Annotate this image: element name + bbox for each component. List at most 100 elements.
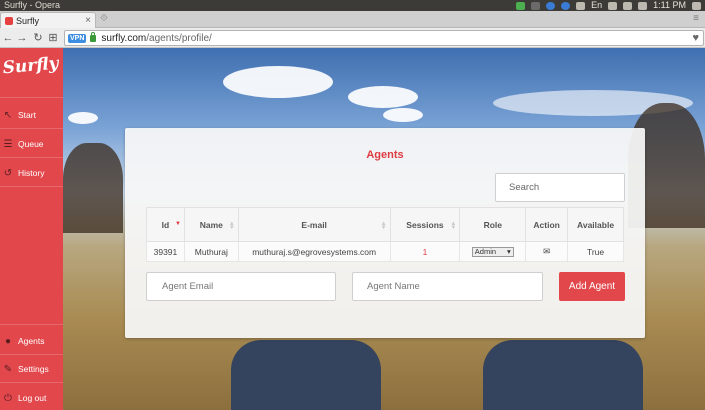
column-label: Name bbox=[199, 219, 223, 230]
column-header-email[interactable]: E-mail ▲ ▼ bbox=[237, 207, 391, 242]
sidebar-item-settings[interactable]: ✎ Settings bbox=[0, 360, 63, 378]
sidebar-item-label: Start bbox=[18, 110, 36, 120]
sidebar: Surfly ↖ Start ☰ Queue ↺ History ● Agent… bbox=[0, 48, 63, 410]
url-path: /agents/profile/ bbox=[146, 32, 212, 44]
address-bar[interactable]: VPN surfly.com/agents/profile/ ♥ bbox=[64, 30, 704, 46]
url-host: surfly.com bbox=[101, 32, 147, 44]
sidebar-item-history[interactable]: ↺ History bbox=[0, 164, 63, 182]
sidebar-divider bbox=[0, 157, 63, 158]
favicon-icon bbox=[5, 16, 13, 25]
search-input[interactable]: Search bbox=[495, 173, 625, 202]
vpn-badge[interactable]: VPN bbox=[68, 33, 87, 43]
agents-icon: ● bbox=[4, 335, 12, 347]
bluetooth-icon[interactable] bbox=[576, 1, 586, 10]
column-header-id[interactable]: Id ▼ bbox=[146, 207, 185, 242]
cloud-shape bbox=[348, 86, 418, 108]
sidebar-item-label: Queue bbox=[18, 139, 44, 149]
agents-table: Id ▼ Name ▲ ▼ E-mail ▲ ▼ Sessions ▲ ▼ Role Acti… bbox=[146, 207, 624, 262]
cloud-shape bbox=[223, 66, 333, 98]
column-label: Role bbox=[483, 219, 502, 230]
lock-icon[interactable] bbox=[90, 31, 97, 42]
sidebar-item-label: History bbox=[18, 168, 45, 178]
cursor-icon: ↖ bbox=[3, 109, 13, 121]
reload-icon[interactable]: ↻ bbox=[32, 31, 44, 45]
sidebar-item-label: Settings bbox=[18, 364, 49, 374]
column-label: Action bbox=[533, 219, 560, 230]
speed-dial-icon[interactable]: ⊞ bbox=[47, 31, 59, 45]
agent-name-input[interactable]: Agent Name bbox=[352, 272, 543, 301]
sidebar-item-label: Log out bbox=[18, 393, 47, 403]
cloud-shape bbox=[68, 112, 98, 124]
clock[interactable]: 1:11 PM bbox=[653, 0, 686, 11]
sessions-link[interactable]: 1 bbox=[423, 247, 428, 257]
volume-icon[interactable] bbox=[638, 1, 648, 10]
column-label: Id bbox=[161, 219, 170, 230]
column-label: Sessions bbox=[406, 219, 444, 230]
url-text[interactable]: surfly.com/agents/profile/ bbox=[101, 33, 211, 44]
role-select[interactable]: Admin ▾ bbox=[471, 246, 514, 257]
cell-id: 39391 bbox=[146, 241, 185, 262]
envelope-icon[interactable]: ✉ bbox=[543, 246, 550, 256]
cell-email: muthuraj.s@egrovesystems.com bbox=[237, 241, 391, 262]
column-label: Available bbox=[577, 219, 615, 230]
system-tray: En 1:11 PM bbox=[516, 0, 705, 11]
network-icon[interactable] bbox=[608, 1, 618, 10]
page-title: Agents bbox=[366, 149, 404, 161]
skype-icon[interactable] bbox=[561, 1, 571, 10]
surfly-logo[interactable]: Surfly bbox=[2, 54, 59, 87]
close-icon[interactable]: × bbox=[85, 15, 91, 26]
column-header-action: Action bbox=[525, 207, 569, 242]
gear-icon[interactable] bbox=[692, 1, 701, 10]
column-label: E-mail bbox=[301, 219, 327, 230]
sidebar-item-logout[interactable]: ⏻ Log out bbox=[0, 389, 63, 407]
history-icon: ↺ bbox=[3, 167, 13, 179]
back-icon[interactable]: ← bbox=[2, 31, 14, 45]
sidebar-item-agents[interactable]: ● Agents bbox=[0, 332, 63, 350]
sidebar-item-label: Agents bbox=[18, 336, 45, 346]
heart-icon[interactable]: ♥ bbox=[692, 32, 699, 44]
agents-card: Agents Search Id ▼ Name ▲ ▼ E-mail ▲ ▼ Sessio… bbox=[125, 128, 645, 338]
leg-shape bbox=[483, 340, 643, 410]
sidebar-divider bbox=[0, 382, 63, 383]
sidebar-item-start[interactable]: ↖ Start bbox=[0, 106, 63, 124]
browser-tab[interactable]: Surfly × bbox=[0, 12, 96, 28]
column-header-name[interactable]: Name ▲ ▼ bbox=[183, 207, 239, 242]
column-header-sessions[interactable]: Sessions ▲ ▼ bbox=[389, 207, 461, 242]
cell-available: True bbox=[567, 241, 624, 262]
add-agent-button[interactable]: Add Agent bbox=[559, 272, 625, 301]
cloud-shape bbox=[383, 108, 423, 122]
wrench-icon: ✎ bbox=[3, 363, 13, 375]
sort-icon: ▲ ▼ bbox=[380, 221, 387, 231]
sidebar-divider bbox=[0, 186, 63, 187]
cell-sessions: 1 bbox=[389, 241, 461, 262]
power-icon: ⏻ bbox=[4, 392, 12, 404]
cell-role: Admin ▾ bbox=[459, 241, 527, 262]
dropbox-icon[interactable] bbox=[531, 1, 541, 10]
agent-email-input[interactable]: Agent Email bbox=[146, 272, 336, 301]
table-row: 39391 Muthuraj muthuraj.s@egrovesystems.… bbox=[146, 241, 624, 262]
sidebar-divider bbox=[0, 324, 63, 325]
tray-app-icon[interactable] bbox=[516, 1, 526, 10]
queue-icon: ☰ bbox=[3, 138, 13, 150]
mail-icon[interactable] bbox=[623, 1, 633, 10]
sidebar-item-queue[interactable]: ☰ Queue bbox=[0, 135, 63, 153]
tree-shape bbox=[63, 143, 123, 233]
column-header-available: Available bbox=[567, 207, 624, 242]
tab-menu-icon[interactable]: ≡ bbox=[693, 13, 699, 24]
role-value: Admin bbox=[474, 247, 497, 257]
tab-title: Surfly bbox=[16, 15, 40, 26]
sort-icon: ▲ ▼ bbox=[228, 221, 235, 231]
chevron-down-icon: ▾ bbox=[507, 247, 511, 257]
sort-desc-icon: ▼ bbox=[174, 221, 181, 227]
cell-action: ✉ bbox=[525, 241, 569, 262]
table-header-row: Id ▼ Name ▲ ▼ E-mail ▲ ▼ Sessions ▲ ▼ Role Acti… bbox=[146, 207, 624, 242]
new-tab-icon[interactable]: ⟐ bbox=[100, 13, 108, 24]
cell-name: Muthuraj bbox=[183, 241, 239, 262]
forward-icon[interactable]: → bbox=[16, 31, 28, 45]
chrome-icon[interactable] bbox=[546, 1, 556, 10]
window-title: Surfly - Opera bbox=[4, 0, 61, 10]
column-header-role[interactable]: Role bbox=[459, 207, 527, 242]
os-title-bar: Surfly - Opera En 1:11 PM bbox=[0, 0, 705, 11]
sort-icon: ▲ ▼ bbox=[450, 221, 457, 231]
keyboard-layout[interactable]: En bbox=[591, 0, 602, 11]
